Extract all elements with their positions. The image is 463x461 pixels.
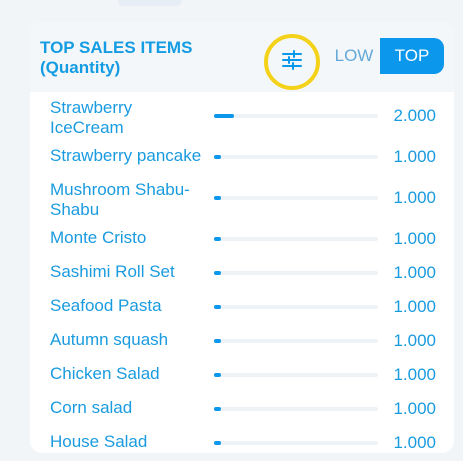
item-bar-track [214, 271, 378, 275]
item-bar-track [214, 407, 378, 411]
item-name: Corn salad [50, 398, 133, 417]
item-name: Seafood Pasta [50, 296, 162, 315]
sliders-icon [281, 49, 303, 76]
toggle-low-button[interactable]: LOW [324, 38, 384, 74]
item-bar-track [214, 339, 378, 343]
card-header: TOP SALES ITEMS (Quantity) LOW TOP [30, 22, 454, 92]
item-name: Strawberry IceCream [50, 98, 133, 137]
item-value: 1.000 [393, 399, 436, 418]
item-bar-track [214, 196, 378, 200]
item-value: 1.000 [393, 331, 436, 350]
item-bar-track [214, 305, 378, 309]
list-item: Seafood Pasta 1.000 [30, 290, 454, 324]
item-bar-fill [214, 155, 221, 159]
item-name: Monte Cristo [50, 228, 147, 247]
item-value: 2.000 [393, 106, 436, 125]
item-bar-track [214, 114, 378, 118]
list-item: Mushroom Shabu-Shabu 1.000 [30, 174, 454, 222]
list-item: Corn salad 1.000 [30, 392, 454, 426]
list-item: Strawberry IceCream 2.000 [30, 92, 454, 140]
list-item: House Salad 1.000 [30, 426, 454, 460]
top-tab-shadow [118, 0, 182, 6]
item-name: Sashimi Roll Set [50, 262, 175, 281]
item-bar-track [214, 155, 378, 159]
sort-toggle: LOW TOP [324, 38, 448, 74]
toggle-top-button[interactable]: TOP [380, 38, 444, 74]
list-item: Sashimi Roll Set 1.000 [30, 256, 454, 290]
card-title: TOP SALES ITEMS (Quantity) [40, 38, 193, 77]
item-value: 1.000 [393, 263, 436, 282]
item-bar-track [214, 237, 378, 241]
top-sales-card: TOP SALES ITEMS (Quantity) LOW TOP Straw… [30, 22, 454, 453]
item-bar-fill [214, 407, 221, 411]
item-bar-track [214, 441, 378, 445]
item-bar-fill [214, 196, 221, 200]
list-item: Chicken Salad 1.000 [30, 358, 454, 392]
item-name: Chicken Salad [50, 364, 160, 383]
item-value: 1.000 [393, 365, 436, 384]
item-bar-track [214, 373, 378, 377]
item-bar-fill [214, 114, 234, 118]
item-bar-fill [214, 305, 221, 309]
list-item: Autumn squash 1.000 [30, 324, 454, 358]
item-name: Mushroom Shabu-Shabu [50, 180, 190, 219]
item-name: Strawberry pancake [50, 146, 202, 165]
list-item: Monte Cristo 1.000 [30, 222, 454, 256]
item-bar-fill [214, 339, 221, 343]
item-value: 1.000 [393, 147, 436, 166]
item-value: 1.000 [393, 188, 436, 207]
item-bar-fill [214, 237, 221, 241]
item-name: House Salad [50, 432, 148, 451]
filter-button[interactable] [264, 34, 320, 90]
item-name: Autumn squash [50, 330, 169, 349]
list-item: Strawberry pancake 1.000 [30, 140, 454, 174]
item-bar-fill [214, 441, 221, 445]
sales-list: Strawberry IceCream 2.000 Strawberry pan… [30, 92, 454, 460]
item-bar-fill [214, 271, 221, 275]
item-bar-fill [214, 373, 221, 377]
item-value: 1.000 [393, 229, 436, 248]
item-value: 1.000 [393, 433, 436, 452]
item-value: 1.000 [393, 297, 436, 316]
